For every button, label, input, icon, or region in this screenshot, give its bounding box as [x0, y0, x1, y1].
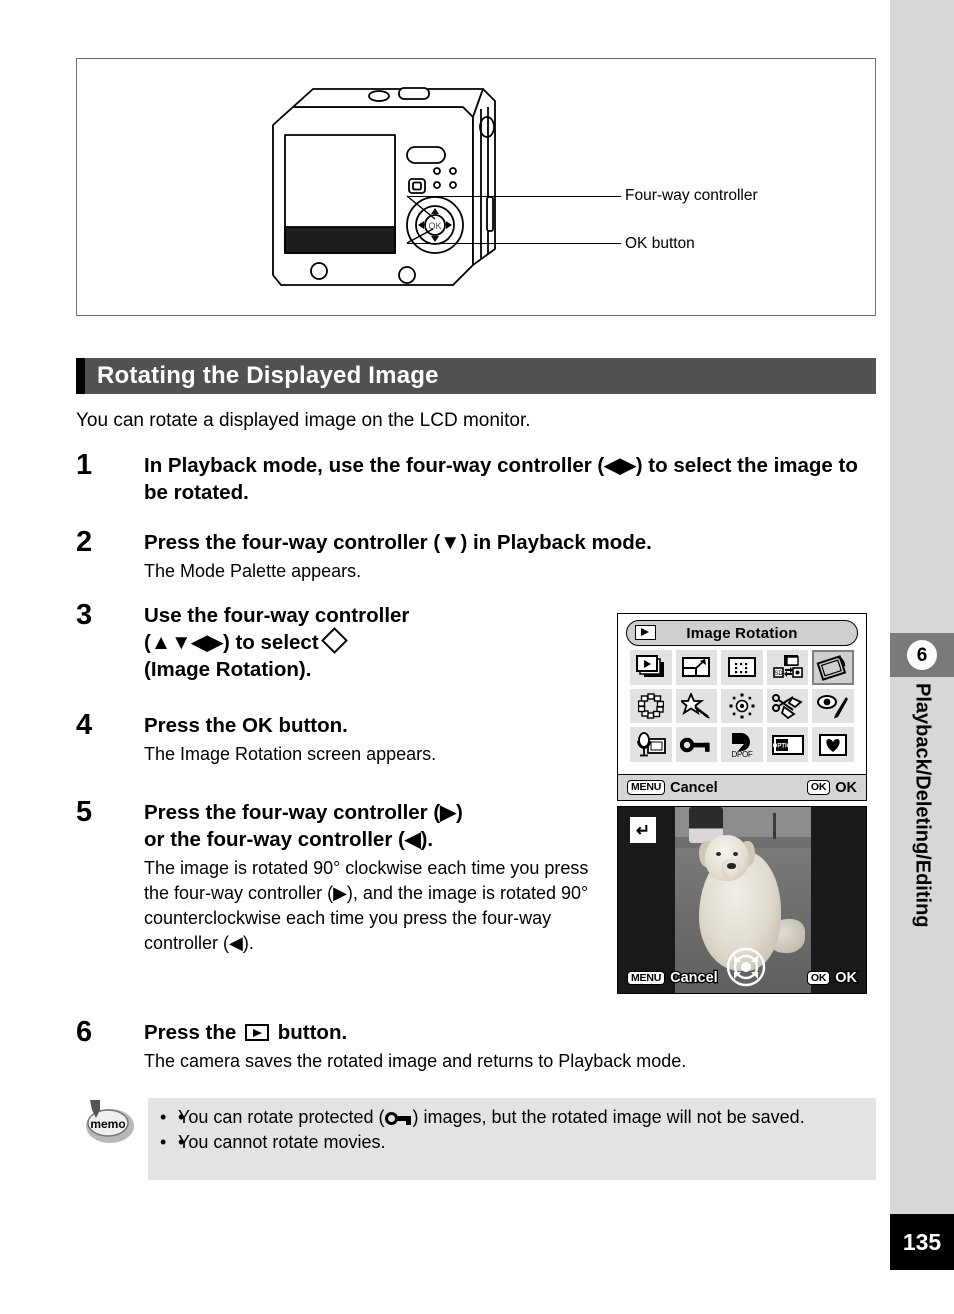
step-3-title-line-2-post: ) to select [222, 631, 319, 654]
step-6-desc: The camera saves the rotated image and r… [144, 1051, 687, 1071]
memo-list: • You can rotate protected ( ) images, bu… [160, 1105, 866, 1155]
return-arrow-icon: ↵ [630, 817, 656, 843]
mode-palette-item-favorite-icon[interactable] [812, 727, 854, 762]
page-number: 135 [890, 1214, 954, 1270]
mode-palette-item-brightness-filter-icon[interactable] [721, 688, 763, 724]
ok-label[interactable]: OK [834, 969, 858, 988]
svg-text:memo: memo [90, 1117, 125, 1131]
step-3-title: Use the four-way controller (▲▼◀▶) to se… [144, 602, 409, 683]
ok-label[interactable]: OK [835, 780, 857, 796]
step-3-title-line-3: (Image Rotation). [144, 658, 312, 681]
step-2-desc: The Mode Palette appears. [144, 561, 362, 581]
mode-palette-item-image-rotation-icon[interactable] [812, 650, 854, 685]
dog-snout [721, 859, 741, 879]
step-4-number: 4 [76, 709, 93, 741]
camera-rear-illustration: OK [272, 87, 496, 286]
mode-palette-icon-grid: SD DPOF OPTIO [630, 650, 854, 762]
mode-palette-item-dpof-icon[interactable]: DPOF [721, 727, 763, 762]
bullet: • [160, 1107, 167, 1127]
svg-text:OPTIO: OPTIO [772, 743, 791, 749]
mode-palette-item-digital-filter-icon[interactable] [675, 688, 718, 724]
image-rotation-icon [321, 627, 349, 654]
memo-item: • You can rotate protected ( ) images, bu… [160, 1105, 866, 1130]
mode-palette-item-image-copy-icon[interactable]: SD [766, 650, 809, 685]
lcd-image-rotation-screenshot: ↵ MENU Cancel OK OK [617, 806, 867, 994]
key-protect-icon [385, 1112, 412, 1126]
memo-item-1-post: ) images, but the rotated image will not… [412, 1107, 805, 1127]
svg-text:OK: OK [428, 221, 441, 231]
step-4-desc: The Image Rotation screen appears. [144, 744, 437, 764]
memo-item: • You cannot rotate movies. [160, 1130, 866, 1155]
playback-icon [635, 625, 656, 640]
mode-palette-item-start-screen-icon[interactable]: OPTIO [766, 727, 809, 762]
callout-line-ok [407, 243, 621, 244]
mode-palette-item-resize-icon[interactable] [675, 650, 718, 685]
ok-chip[interactable]: OK [806, 780, 831, 795]
mode-palette-title-bar: Image Rotation [626, 620, 858, 646]
mode-palette-item-slideshow-icon[interactable] [630, 650, 672, 685]
memo-box: • You can rotate protected ( ) images, bu… [148, 1098, 876, 1180]
step-3-title-line-1: Use the four-way controller [144, 604, 410, 627]
step-3-arrows: ▲▼◀▶ [150, 631, 223, 654]
mode-palette-item-red-eye-compensation-icon[interactable] [812, 688, 854, 724]
mode-palette-item-image-cut-paste-icon[interactable] [766, 688, 809, 724]
chapter-number-label: 6 [907, 640, 937, 670]
step-1-title: In Playback mode, use the four-way contr… [144, 452, 876, 506]
step-1-title-text: In Playback mode, use the four-way contr… [144, 454, 858, 504]
chapter-title: Playback/Deleting/Editing [890, 681, 954, 1031]
rotation-screen-bottom-bar: MENU Cancel OK OK [618, 966, 866, 990]
mode-palette-item-trim-icon[interactable] [721, 650, 763, 685]
section-intro: You can rotate a displayed image on the … [76, 410, 531, 431]
memo-item-1-pre: You can rotate protected ( [178, 1107, 385, 1127]
chapter-side-rail [890, 0, 954, 1214]
svg-text:SD: SD [774, 671, 783, 677]
step-2-title: Press the four-way controller (▼) in Pla… [144, 531, 652, 554]
photo-pole [773, 813, 776, 839]
playback-button-icon [245, 1024, 270, 1041]
chapter-number: 6 [890, 633, 954, 677]
step-4-title: Press the OK button. [144, 714, 348, 737]
step-5-title: Press the four-way controller (▶) or the… [144, 799, 606, 853]
mode-palette-item-voice-memo-icon[interactable] [630, 727, 672, 762]
mode-palette-item-frame-composite-icon[interactable] [630, 688, 672, 724]
figure-box: OK Four-way controller OK button [76, 58, 876, 316]
menu-chip[interactable]: MENU [627, 970, 666, 986]
step-6-title-pre: Press the [144, 1021, 237, 1044]
callout-label-ok-button: OK button [625, 235, 695, 252]
cancel-label[interactable]: Cancel [670, 780, 718, 796]
dog-eye-right [733, 852, 738, 856]
step-3-title-line-2-pre: ( [144, 631, 151, 654]
chapter-title-label: Playback/Deleting/Editing [911, 683, 934, 928]
menu-chip[interactable]: MENU [627, 780, 666, 795]
mode-palette-bottom-bar: MENU Cancel OK OK [618, 774, 866, 800]
step-1-number: 1 [76, 449, 93, 481]
step-6-title: Press the button. [144, 1019, 686, 1046]
memo-item-2-text: You cannot rotate movies. [178, 1132, 386, 1152]
step-6-title-post: button. [277, 1021, 348, 1044]
dog-eye-left [716, 852, 721, 856]
step-5-title-line-2: or the four-way controller (◀). [144, 828, 434, 851]
heading-accent-bar [76, 358, 85, 394]
mode-palette-item-protect-icon[interactable] [675, 727, 718, 762]
cancel-label[interactable]: Cancel [669, 969, 719, 988]
section-heading: Rotating the Displayed Image [85, 358, 876, 394]
step-5-desc: The image is rotated 90° clockwise each … [144, 858, 589, 953]
lcd-mode-palette-screenshot: Image Rotation SD DPOF OPTIO MENU Cancel… [617, 613, 867, 801]
mode-palette-title: Image Rotation [686, 624, 798, 642]
bullet: • [160, 1132, 167, 1152]
callout-line-four-way [407, 196, 621, 197]
callout-label-four-way-controller: Four-way controller [625, 187, 758, 204]
chapter-tab: 6 [890, 633, 954, 677]
memo-icon: memo [86, 1100, 134, 1143]
step-3-number: 3 [76, 599, 93, 631]
ok-chip[interactable]: OK [806, 970, 831, 986]
svg-text:DPOF: DPOF [731, 750, 752, 758]
step-2-number: 2 [76, 526, 93, 558]
dog-nose [727, 863, 736, 869]
step-6-number: 6 [76, 1016, 93, 1048]
step-5-number: 5 [76, 796, 93, 828]
step-5-title-line-1: Press the four-way controller (▶) [144, 801, 463, 824]
